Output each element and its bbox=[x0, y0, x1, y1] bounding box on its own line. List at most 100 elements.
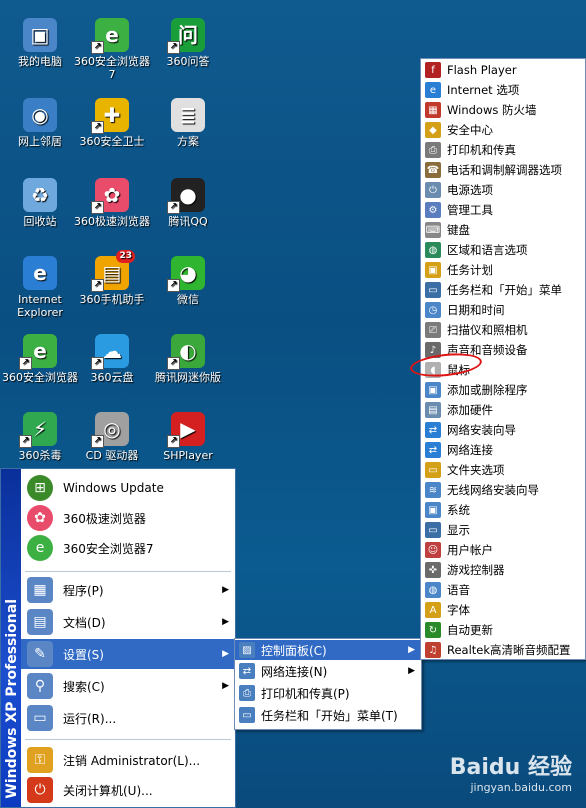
desktop-icon-12[interactable]: ◕ ↗ 微信 bbox=[148, 256, 228, 306]
control-panel-item-2[interactable]: e Internet 选项 bbox=[421, 80, 585, 100]
desktop-icon-label: 微信 bbox=[177, 293, 199, 306]
desktop-icon-9[interactable]: ● ↗ 腾讯QQ bbox=[148, 178, 228, 228]
pinned-item-2[interactable]: ✿ 360极速浏览器 bbox=[21, 503, 235, 533]
network-places-icon: ◉ bbox=[23, 98, 57, 132]
control-panel-item-27[interactable]: ◍ 语音 bbox=[421, 580, 585, 600]
control-panel-item-26[interactable]: ✜ 游戏控制器 bbox=[421, 560, 585, 580]
control-panel-item-12[interactable]: ▭ 任务栏和「开始」菜单 bbox=[421, 280, 585, 300]
shortcut-arrow-icon: ↗ bbox=[167, 41, 180, 54]
pinned-item-1[interactable]: ⊞ Windows Update bbox=[21, 473, 235, 503]
settings-item-2[interactable]: ⇄ 网络连接(N) ▶ bbox=[235, 660, 421, 682]
control-panel-item-23[interactable]: ▣ 系统 bbox=[421, 500, 585, 520]
desktop-icon-label: 360安全卫士 bbox=[79, 135, 145, 148]
settings-item-4[interactable]: ▭ 任务栏和「开始」菜单(T) bbox=[235, 704, 421, 726]
desktop-icon-label: 方案 bbox=[177, 135, 199, 148]
flash-icon: f bbox=[425, 62, 441, 78]
control-panel-item-label: 显示 bbox=[447, 523, 470, 537]
control-panel-item-7[interactable]: ⏻ 电源选项 bbox=[421, 180, 585, 200]
footer-item-label: 关闭计算机(U)... bbox=[63, 783, 153, 798]
desktop-icon-16[interactable]: ⚡ ↗ 360杀毒 bbox=[0, 412, 80, 462]
desktop-icon-7[interactable]: ♻ 回收站 bbox=[0, 178, 80, 228]
control-panel-item-label: 电源选项 bbox=[447, 183, 493, 197]
control-panel-item-30[interactable]: ♫ Realtek高清晰音频配置 bbox=[421, 640, 585, 660]
pinned-item-label: 360极速浏览器 bbox=[63, 511, 146, 526]
shutdown-icon: ⏻ bbox=[27, 777, 53, 803]
settings-item-label: 打印机和传真(P) bbox=[261, 686, 350, 701]
start-menu-item-4[interactable]: ⚲ 搜索(C) ▶ bbox=[21, 671, 235, 701]
control-panel-item-label: 任务栏和「开始」菜单 bbox=[447, 283, 562, 297]
control-panel-item-28[interactable]: A 字体 bbox=[421, 600, 585, 620]
desktop-icon-6[interactable]: ≣ 方案 bbox=[148, 98, 228, 148]
control-panel-item-24[interactable]: ▭ 显示 bbox=[421, 520, 585, 540]
control-panel-item-label: 语音 bbox=[447, 583, 470, 597]
settings-item-3[interactable]: ⎙ 打印机和传真(P) bbox=[235, 682, 421, 704]
control-panel-item-8[interactable]: ⚙ 管理工具 bbox=[421, 200, 585, 220]
speech-icon: ◍ bbox=[425, 582, 441, 598]
start-menu-item-2[interactable]: ▤ 文档(D) ▶ bbox=[21, 607, 235, 637]
settings-item-label: 任务栏和「开始」菜单(T) bbox=[261, 708, 398, 723]
control-panel-item-17[interactable]: ▣ 添加或删除程序 bbox=[421, 380, 585, 400]
control-panel-item-29[interactable]: ↻ 自动更新 bbox=[421, 620, 585, 640]
desktop-icon-8[interactable]: ✿ ↗ 360极速浏览器 bbox=[72, 178, 152, 228]
control-panel-item-18[interactable]: ▤ 添加硬件 bbox=[421, 400, 585, 420]
desktop-icon-4[interactable]: ◉ 网上邻居 bbox=[0, 98, 80, 148]
desktop-icon-3[interactable]: 问 ↗ 360问答 bbox=[148, 18, 228, 68]
control-panel-item-1[interactable]: f Flash Player bbox=[421, 60, 585, 80]
control-panel-item-13[interactable]: ◷ 日期和时间 bbox=[421, 300, 585, 320]
system-icon: ▣ bbox=[425, 502, 441, 518]
control-panel-item-label: 电话和调制解调器选项 bbox=[447, 163, 562, 177]
settings-icon: ✎ bbox=[27, 641, 53, 667]
fonts-icon: A bbox=[425, 602, 441, 618]
control-panel-item-25[interactable]: ☺ 用户帐户 bbox=[421, 540, 585, 560]
start-menu-item-3[interactable]: ✎ 设置(S) ▶ bbox=[21, 639, 235, 669]
control-panel-item-3[interactable]: ▦ Windows 防火墙 bbox=[421, 100, 585, 120]
control-panel-item-21[interactable]: ▭ 文件夹选项 bbox=[421, 460, 585, 480]
desktop-icon-10[interactable]: e Internet Explorer bbox=[0, 256, 80, 319]
settings-item-1[interactable]: ▨ 控制面板(C) ▶ bbox=[235, 640, 421, 660]
submenu-arrow-icon: ▶ bbox=[222, 649, 229, 659]
control-panel-item-22[interactable]: ≋ 无线网络安装向导 bbox=[421, 480, 585, 500]
control-panel-item-4[interactable]: ◆ 安全中心 bbox=[421, 120, 585, 140]
start-menu-item-label: 运行(R)... bbox=[63, 711, 117, 726]
desktop-icon-14[interactable]: ☁ ↗ 360云盘 bbox=[72, 334, 152, 384]
search-icon: ⚲ bbox=[27, 673, 53, 699]
start-menu-item-1[interactable]: ▦ 程序(P) ▶ bbox=[21, 575, 235, 605]
pinned-item-3[interactable]: e 360安全浏览器7 bbox=[21, 533, 235, 563]
desktop-icon-label: 360手机助手 bbox=[79, 293, 145, 306]
desktop-icon-label: CD 驱动器 bbox=[85, 449, 139, 462]
windows-xp-professional-label: Windows XP Professional bbox=[4, 599, 20, 799]
printer-icon: ⎙ bbox=[425, 142, 441, 158]
control-panel-item-19[interactable]: ⇄ 网络安装向导 bbox=[421, 420, 585, 440]
add-hardware-icon: ▤ bbox=[425, 402, 441, 418]
control-panel-item-6[interactable]: ☎ 电话和调制解调器选项 bbox=[421, 160, 585, 180]
desktop-icon-13[interactable]: e ↗ 360安全浏览器 bbox=[0, 334, 80, 384]
desktop-icon-label: 360安全浏览器 bbox=[2, 371, 78, 384]
display-icon: ▭ bbox=[425, 522, 441, 538]
control-panel-item-5[interactable]: ⎙ 打印机和传真 bbox=[421, 140, 585, 160]
shield-icon: ◆ bbox=[425, 122, 441, 138]
control-panel-item-11[interactable]: ▣ 任务计划 bbox=[421, 260, 585, 280]
control-panel-item-9[interactable]: ⌨ 键盘 bbox=[421, 220, 585, 240]
folder-options-icon: ▭ bbox=[425, 462, 441, 478]
ie-options-icon: e bbox=[425, 82, 441, 98]
logoff-button[interactable]: ⚿ 注销 Administrator(L)... bbox=[21, 745, 235, 775]
desktop-icon-1[interactable]: ▣ 我的电脑 bbox=[0, 18, 80, 68]
chrome-360-icon: ✿ bbox=[27, 505, 53, 531]
control-panel-item-label: 系统 bbox=[447, 503, 470, 517]
desktop-icon-5[interactable]: ✚ ↗ 360安全卫士 bbox=[72, 98, 152, 148]
desktop-icon-18[interactable]: ▶ ↗ SHPlayer bbox=[148, 412, 228, 462]
control-panel-item-label: 键盘 bbox=[447, 223, 470, 237]
control-panel-item-label: 管理工具 bbox=[447, 203, 493, 217]
shutdown-button[interactable]: ⏻ 关闭计算机(U)... bbox=[21, 775, 235, 805]
shortcut-arrow-icon: ↗ bbox=[91, 279, 104, 292]
control-panel-item-10[interactable]: ◍ 区域和语言选项 bbox=[421, 240, 585, 260]
desktop-icon-15[interactable]: ◐ ↗ 腾讯网迷你版 bbox=[148, 334, 228, 384]
control-panel-item-14[interactable]: ⎚ 扫描仪和照相机 bbox=[421, 320, 585, 340]
control-panel-item-label: 字体 bbox=[447, 603, 470, 617]
desktop-icon-11[interactable]: ▤ ↗ 23 360手机助手 bbox=[72, 250, 152, 306]
desktop-icon-17[interactable]: ◎ ↗ CD 驱动器 bbox=[72, 412, 152, 462]
control-panel-item-20[interactable]: ⇄ 网络连接 bbox=[421, 440, 585, 460]
start-menu-item-5[interactable]: ▭ 运行(R)... bbox=[21, 703, 235, 733]
power-icon: ⏻ bbox=[425, 182, 441, 198]
desktop-icon-2[interactable]: e ↗ 360安全浏览器7 bbox=[72, 18, 152, 81]
